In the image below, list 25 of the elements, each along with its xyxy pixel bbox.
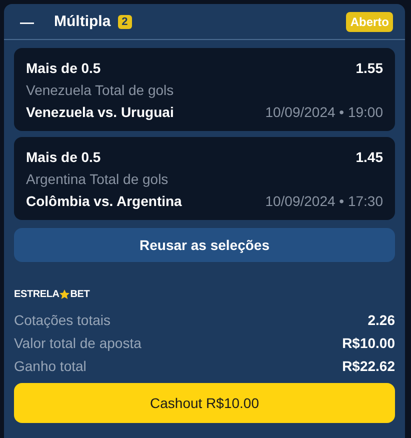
summary-value: R$10.00 — [342, 334, 395, 350]
summary-label: Valor total de aposta — [14, 334, 142, 350]
selection-count-badge: 2 — [118, 14, 132, 28]
market-description: Venezuela Total de gols — [26, 82, 174, 98]
match-name: Colômbia vs. Argentina — [26, 193, 182, 209]
market-description: Argentina Total de gols — [26, 171, 168, 187]
match-datetime: 10/09/2024 • 19:00 — [265, 104, 383, 120]
bet-type-title: Múltipla — [54, 13, 111, 30]
brand-logo-text: BET — [70, 288, 90, 300]
summary-value: R$22.62 — [342, 358, 395, 374]
summary-value: 2.26 — [368, 312, 395, 328]
summary-label: Cotações totais — [14, 312, 110, 328]
odds-value: 1.45 — [356, 149, 383, 165]
market-name: Mais de 0.5 — [26, 60, 101, 76]
brand-logo-text: ESTRELA — [14, 288, 60, 300]
status-badge: Aberto — [346, 12, 393, 32]
star-icon — [59, 288, 70, 300]
market-name: Mais de 0.5 — [26, 149, 101, 165]
collapse-button[interactable]: — — [20, 14, 34, 30]
summary-label: Ganho total — [14, 358, 86, 374]
match-name: Venezuela vs. Uruguai — [26, 104, 174, 120]
odds-value: 1.55 — [356, 60, 383, 76]
match-datetime: 10/09/2024 • 17:30 — [265, 193, 383, 209]
reuse-selections-button[interactable]: Reusar as seleções — [14, 228, 395, 262]
cashout-button[interactable]: Cashout R$10.00 — [14, 383, 395, 423]
